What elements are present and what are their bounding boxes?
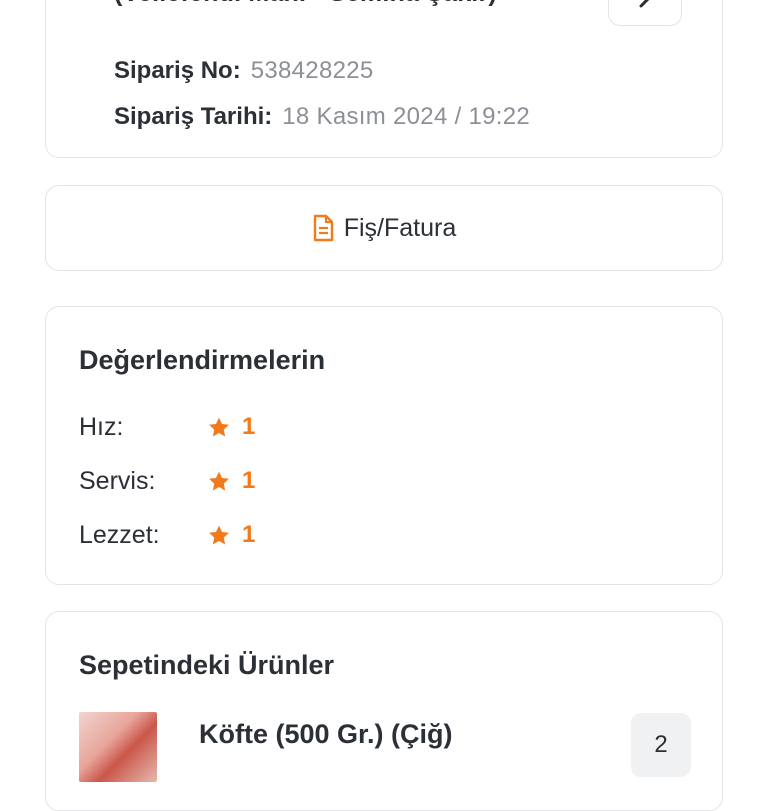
rating-value: 1 xyxy=(206,413,255,441)
product-quantity-badge: 2 xyxy=(631,713,691,777)
star-icon xyxy=(209,525,229,544)
order-date-value: 18 Kasım 2024 / 19:22 xyxy=(282,103,531,130)
receipt-label: Fiş/Fatura xyxy=(343,213,457,242)
rating-row-service: Servis: 1 xyxy=(79,464,379,498)
order-info-card: (Veliefendi Mah. - Semiha Şakir) Sipariş… xyxy=(45,0,723,158)
order-number-value: 538428225 xyxy=(250,57,374,84)
product-image xyxy=(79,712,157,782)
rating-label: Lezzet: xyxy=(79,520,160,549)
product-name: Köfte (500 Gr.) (Çiğ) xyxy=(199,719,453,749)
rating-score: 1 xyxy=(242,467,256,494)
star-icon xyxy=(209,471,229,490)
cart-title: Sepetindeki Ürünler xyxy=(79,650,335,680)
branch-name: (Veliefendi Mah. - Semiha Şakir) xyxy=(114,0,497,8)
receipt-icon xyxy=(313,214,333,242)
rating-value: 1 xyxy=(206,521,255,549)
rating-label: Servis: xyxy=(79,466,156,495)
ratings-card: Değerlendirmelerin Hız: 1 Servis: 1 Lezz… xyxy=(45,306,723,585)
order-number-label: Sipariş No: xyxy=(114,57,241,84)
ratings-title: Değerlendirmelerin xyxy=(79,345,326,375)
rating-row-taste: Lezzet: 1 xyxy=(79,518,379,552)
cart-products-card: Sepetindeki Ürünler Köfte (500 Gr.) (Çiğ… xyxy=(45,611,723,811)
restaurant-arrow-button[interactable] xyxy=(608,0,682,26)
rating-score: 1 xyxy=(242,521,256,548)
rating-score: 1 xyxy=(242,413,256,440)
order-date-row: Sipariş Tarihi: 18 Kasım 2024 / 19:22 xyxy=(114,103,530,131)
chevron-right-icon xyxy=(639,0,649,7)
order-number-row: Sipariş No: 538428225 xyxy=(114,57,374,85)
receipt-button[interactable]: Fiş/Fatura xyxy=(45,185,723,271)
star-icon xyxy=(209,417,229,436)
rating-label: Hız: xyxy=(79,412,124,441)
rating-value: 1 xyxy=(206,467,255,495)
order-date-label: Sipariş Tarihi: xyxy=(114,103,273,130)
rating-row-speed: Hız: 1 xyxy=(79,410,379,444)
